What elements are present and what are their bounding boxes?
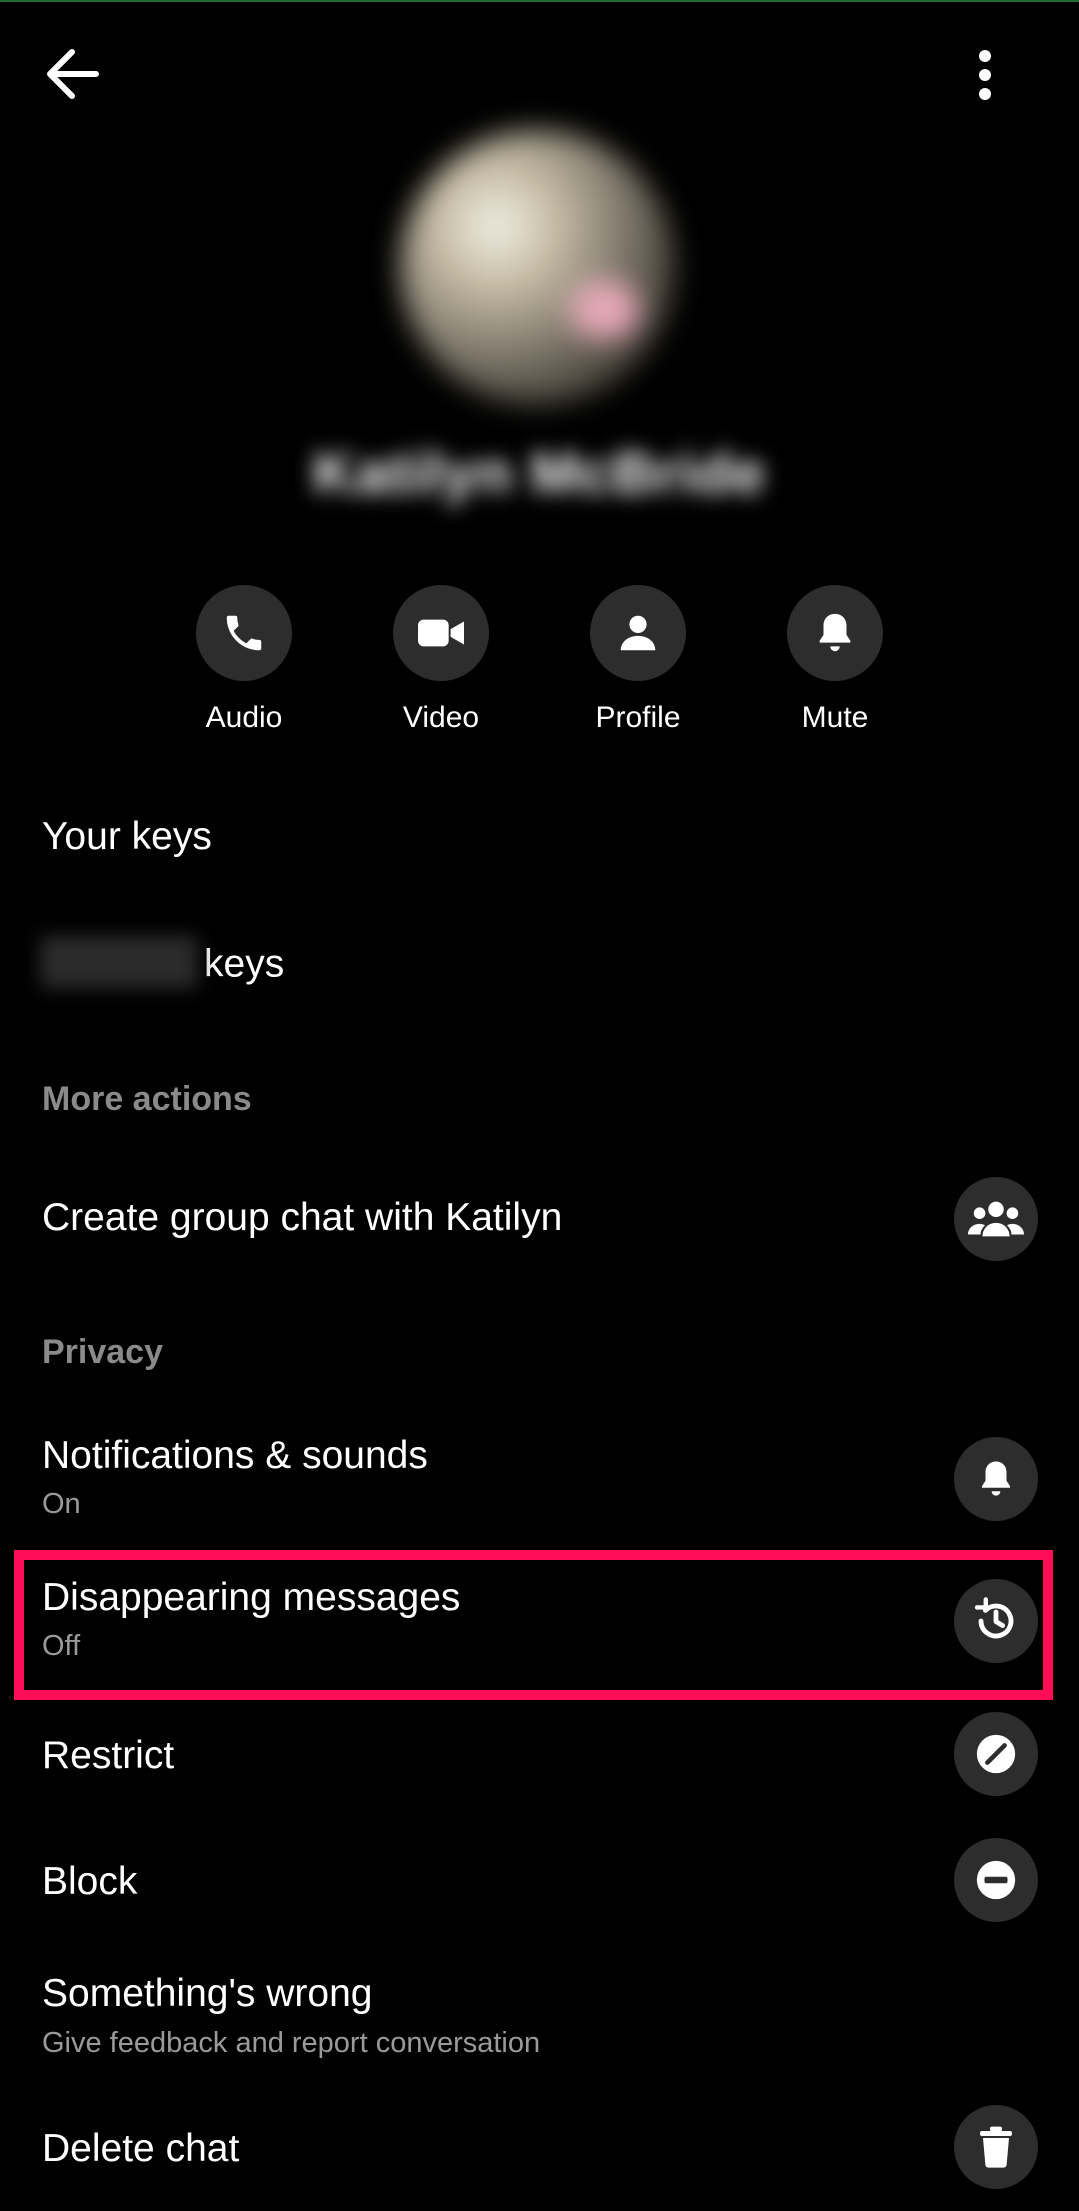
profile-button[interactable]: Profile <box>568 585 708 735</box>
video-icon <box>418 619 464 647</box>
video-icon-circle <box>393 585 489 681</box>
something-wrong-subtitle: Give feedback and report conversation <box>42 2027 541 2059</box>
kebab-menu-icon <box>979 50 991 100</box>
group-icon <box>954 1177 1038 1261</box>
notifications-status: On <box>42 1488 81 1520</box>
block-icon <box>954 1838 1038 1922</box>
audio-label: Audio <box>205 701 283 734</box>
highlight-box <box>14 1550 1053 1700</box>
trash-icon <box>954 2105 1038 2189</box>
audio-call-button[interactable]: Audio <box>174 585 314 735</box>
avatar <box>400 130 675 405</box>
restrict-row[interactable]: Restrict <box>0 1712 1079 1802</box>
delete-chat-label: Delete chat <box>42 2127 240 2170</box>
profile-label: Profile <box>595 701 681 734</box>
restrict-label: Restrict <box>42 1734 175 1777</box>
something-wrong-label: Something's wrong <box>42 1972 373 2015</box>
more-options-button[interactable] <box>960 40 1010 110</box>
person-icon <box>620 615 656 651</box>
redacted-name <box>40 936 198 988</box>
your-keys-row[interactable]: Your keys <box>0 815 1079 905</box>
delete-chat-row[interactable]: Delete chat <box>0 2105 1079 2195</box>
phone-icon <box>226 615 262 651</box>
bell-icon <box>954 1437 1038 1521</box>
contact-keys-row[interactable]: keys <box>0 936 1079 1030</box>
notifications-sounds-row[interactable]: Notifications & sounds On <box>0 1430 1079 1540</box>
audio-icon-circle <box>196 585 292 681</box>
contact-name: Katilyn McBride <box>312 441 767 506</box>
video-call-button[interactable]: Video <box>371 585 511 735</box>
notifications-sounds-label: Notifications & sounds <box>42 1434 428 1477</box>
bell-icon <box>819 613 851 652</box>
section-more-actions: More actions <box>42 1080 252 1118</box>
video-label: Video <box>402 701 480 734</box>
your-keys-label: Your keys <box>42 815 212 858</box>
back-button[interactable] <box>40 44 110 104</box>
contact-keys-label: keys <box>204 942 285 986</box>
contact-keys-text: keys <box>40 936 285 992</box>
status-accent-line <box>0 0 1079 2</box>
mute-icon-circle <box>787 585 883 681</box>
block-label: Block <box>42 1860 138 1903</box>
profile-icon-circle <box>590 585 686 681</box>
mute-label: Mute <box>801 701 869 734</box>
create-group-chat-label: Create group chat with Katilyn <box>42 1196 563 1239</box>
block-row[interactable]: Block <box>0 1838 1079 1928</box>
restrict-icon <box>954 1712 1038 1796</box>
mute-button[interactable]: Mute <box>765 585 905 735</box>
something-wrong-row[interactable]: Something's wrong Give feedback and repo… <box>0 1972 1079 2082</box>
create-group-chat-row[interactable]: Create group chat with Katilyn <box>0 1175 1079 1265</box>
section-privacy: Privacy <box>42 1333 163 1371</box>
arrow-left-icon <box>47 49 99 99</box>
